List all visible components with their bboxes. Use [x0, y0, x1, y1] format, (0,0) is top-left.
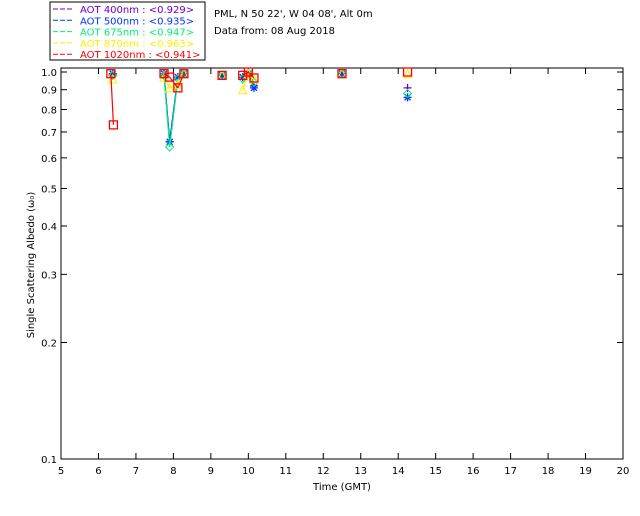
data-point	[403, 83, 412, 92]
x-tick-label: 12	[317, 466, 330, 477]
x-tick-label: 11	[279, 466, 292, 477]
header-date: Data from: 08 Aug 2018	[214, 26, 335, 37]
legend-entry: AOT 400nm : <0.929>	[80, 5, 194, 16]
asterisk-marker	[218, 71, 227, 80]
series-line-segment	[110, 73, 115, 125]
header-site: PML, N 50 22', W 04 08', Alt 0m	[214, 9, 373, 20]
data-point	[218, 71, 227, 80]
x-axis-label: Time (GMT)	[312, 482, 371, 493]
y-tick-label: 0.4	[41, 222, 57, 233]
y-tick-label: 0.2	[41, 339, 57, 350]
x-tick-label: 7	[133, 466, 139, 477]
asterisk-marker	[249, 83, 258, 92]
x-tick-label: 16	[467, 466, 480, 477]
legend-entry: AOT 675nm : <0.947>	[80, 28, 194, 39]
x-tick-label: 18	[542, 466, 555, 477]
y-axis-label: Single Scattering Albedo (ω₀)	[26, 192, 37, 339]
plus-marker	[403, 83, 412, 92]
plot-frame	[60, 67, 624, 460]
y-tick-label: 0.8	[41, 106, 57, 117]
x-tick-label: 14	[392, 466, 405, 477]
data-point	[249, 83, 258, 92]
legend-entry: AOT 870nm : <0.963>	[80, 39, 194, 50]
x-tick-label: 6	[95, 466, 101, 477]
x-tick-label: 10	[242, 466, 255, 477]
x-tick-label: 15	[429, 466, 442, 477]
chart-svg: AOT 400nm : <0.929>AOT 500nm : <0.935>AO…	[26, 1, 630, 493]
y-tick-label: 0.1	[41, 455, 57, 466]
y-tick-label: 0.9	[41, 86, 57, 97]
chart: AOT 400nm : <0.929> AOT 500nm : <0.935> AO…	[0, 0, 640, 512]
x-tick-label: 5	[58, 466, 64, 477]
x-tick-label: 8	[170, 466, 176, 477]
y-tick-label: 0.7	[41, 128, 57, 139]
x-tick-label: 13	[354, 466, 367, 477]
y-tick-label: 1.0	[41, 68, 57, 79]
legend-entry: AOT 500nm : <0.935>	[80, 16, 194, 27]
x-tick-label: 19	[579, 466, 592, 477]
legend: AOT 400nm : <0.929>AOT 500nm : <0.935>AO…	[49, 1, 206, 61]
data-point	[338, 69, 346, 78]
y-tick-label: 0.6	[41, 154, 57, 165]
y-tick-label: 0.3	[41, 270, 57, 281]
legend-entry: AOT 1020nm : <0.941>	[80, 50, 200, 61]
y-tick-label: 0.5	[41, 184, 57, 195]
x-tick-label: 17	[504, 466, 517, 477]
x-tick-label: 9	[208, 466, 214, 477]
x-tick-label: 20	[617, 466, 630, 477]
asterisk-marker	[338, 69, 346, 78]
